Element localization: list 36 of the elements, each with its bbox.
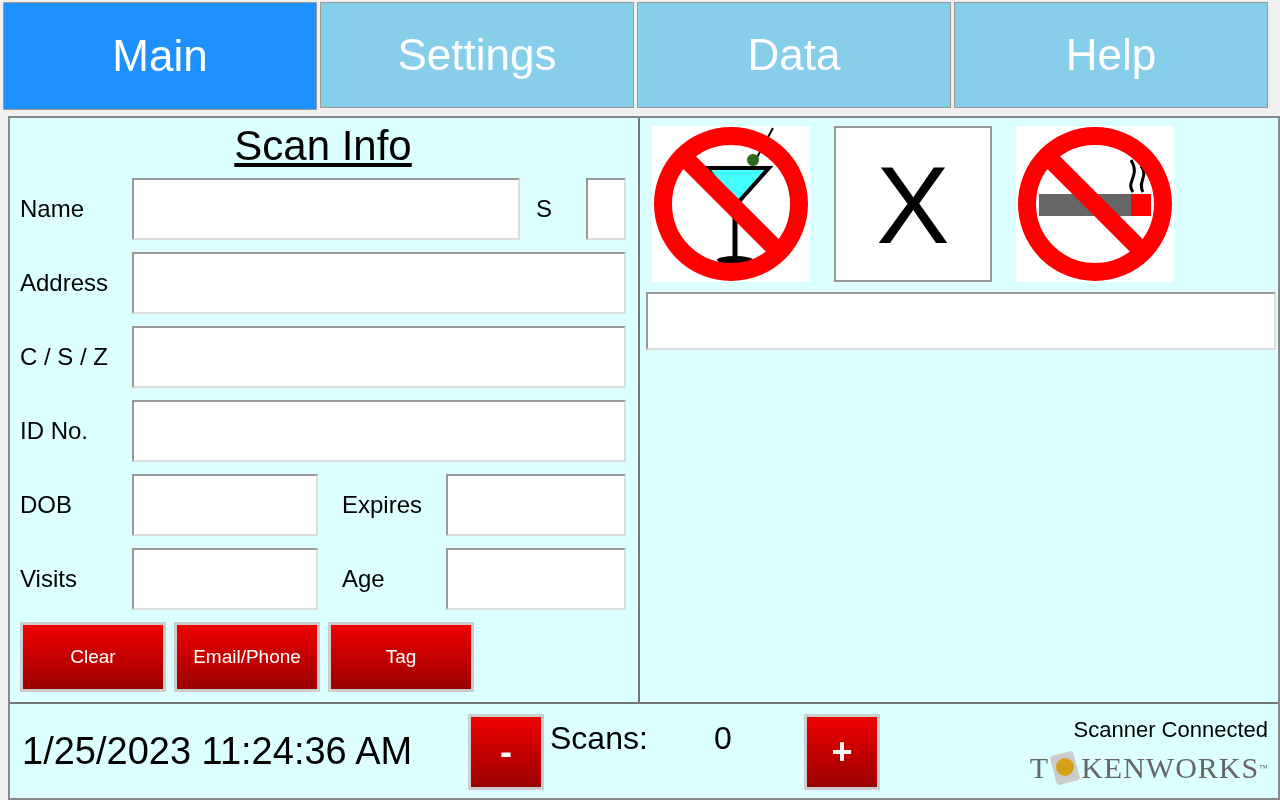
field-label: Visits xyxy=(20,565,78,593)
field-label: DOB xyxy=(20,491,73,519)
trademark-mark: ™ xyxy=(1259,763,1268,773)
field-label: S xyxy=(535,195,553,223)
increment-button[interactable]: + xyxy=(804,714,880,790)
input-field[interactable] xyxy=(586,178,626,240)
field-label: Address xyxy=(20,269,110,297)
input-field[interactable] xyxy=(132,474,318,536)
scans-count: 0 xyxy=(714,720,733,757)
input-field[interactable] xyxy=(446,548,626,610)
decrement-button[interactable]: - xyxy=(468,714,544,790)
input-field[interactable] xyxy=(132,178,520,240)
action-button[interactable]: Clear xyxy=(20,622,166,692)
field-label: Age xyxy=(341,565,386,593)
chip-card-icon xyxy=(1050,751,1081,785)
action-button[interactable]: Tag xyxy=(328,622,474,692)
tab[interactable]: Main xyxy=(3,2,317,110)
field-label: Name xyxy=(20,195,86,223)
brand-logo: KENWORKS xyxy=(1081,751,1260,785)
action-button[interactable]: Email/Phone xyxy=(174,622,320,692)
field-label: ID No. xyxy=(20,417,89,445)
section-title: Scan Info xyxy=(233,122,413,170)
field-label: Expires xyxy=(341,491,424,519)
input-field[interactable] xyxy=(132,548,318,610)
input-field[interactable] xyxy=(132,252,626,314)
input-field[interactable] xyxy=(132,326,626,388)
no-alcohol-icon xyxy=(653,126,809,282)
scans-label: Scans: xyxy=(549,720,649,757)
input-field[interactable] xyxy=(446,474,626,536)
date-time: 1/25/2023 11:24:36 AM xyxy=(22,729,414,773)
x-mark: X xyxy=(876,141,950,268)
scanner-status: Scanner Connected xyxy=(1073,717,1268,743)
input-field[interactable] xyxy=(132,400,626,462)
field-label: C / S / Z xyxy=(20,343,109,371)
brand-logo: T xyxy=(1029,751,1050,785)
no-smoking-icon xyxy=(1017,126,1173,282)
